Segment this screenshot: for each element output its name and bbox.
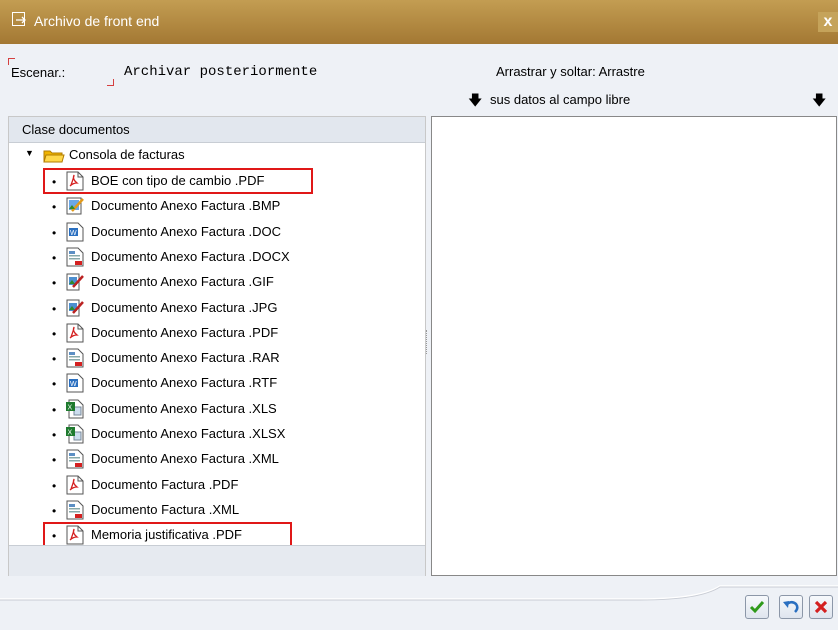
tree-item-label: Documento Anexo Factura .RAR bbox=[91, 350, 280, 366]
close-button[interactable]: x bbox=[818, 12, 838, 32]
generic-doc-icon bbox=[66, 449, 84, 469]
tree-item[interactable]: • Documento Anexo Factura .DOCX bbox=[9, 246, 425, 270]
footer-divider bbox=[0, 585, 838, 601]
bullet-icon: • bbox=[52, 225, 57, 240]
tree-item-label: Documento Anexo Factura .RTF bbox=[91, 375, 278, 391]
tree-root-label[interactable]: Consola de facturas bbox=[69, 147, 185, 162]
document-class-tree: Clase documentos ▼ Consola de facturas •… bbox=[8, 116, 426, 576]
bullet-icon: • bbox=[52, 326, 57, 341]
svg-text:W: W bbox=[70, 230, 77, 237]
tree-item[interactable]: • Documento Anexo Factura .BMP bbox=[9, 195, 425, 219]
excel-doc-icon: X bbox=[66, 399, 84, 419]
drag-drop-hint-2: sus datos al campo libre bbox=[490, 92, 631, 107]
tree-item[interactable]: • W Documento Anexo Factura .DOC bbox=[9, 221, 425, 245]
word-doc-icon: W bbox=[66, 222, 84, 242]
tree-item[interactable]: • Documento Factura .PDF bbox=[9, 474, 425, 498]
svg-text:X: X bbox=[68, 430, 73, 437]
tree-item[interactable]: • Documento Anexo Factura .PDF bbox=[9, 322, 425, 346]
tree-item-label: Documento Anexo Factura .DOC bbox=[91, 223, 282, 239]
bullet-icon: • bbox=[52, 377, 57, 392]
tree-item-label: Documento Anexo Factura .BMP bbox=[91, 198, 281, 214]
title-bar: Archivo de front end x bbox=[0, 0, 838, 44]
bullet-icon: • bbox=[52, 301, 57, 316]
pdf-icon bbox=[66, 475, 84, 495]
bullet-icon: • bbox=[52, 428, 57, 442]
tree-footer bbox=[9, 545, 425, 576]
tree-item[interactable]: • Documento Factura .XML bbox=[9, 499, 425, 523]
svg-text:X: X bbox=[68, 404, 73, 411]
tree-item-label: Documento Anexo Factura .PDF bbox=[91, 324, 279, 340]
window-icon bbox=[12, 12, 26, 26]
tree-item-label: Documento Anexo Factura .XLSX bbox=[91, 426, 286, 441]
image-edit-icon bbox=[66, 272, 84, 292]
archive-later-button[interactable]: Archivar posteriormente bbox=[124, 64, 317, 80]
check-icon bbox=[749, 601, 765, 614]
tree-item-label: Documento Anexo Factura .XML bbox=[91, 451, 279, 467]
highlight-box bbox=[43, 168, 313, 194]
tree-item-label: Documento Anexo Factura .GIF bbox=[91, 274, 274, 290]
svg-text:W: W bbox=[70, 381, 77, 388]
confirm-button[interactable] bbox=[745, 595, 769, 619]
bmp-image-icon bbox=[66, 196, 84, 216]
pdf-icon bbox=[66, 323, 84, 343]
tree-item[interactable]: • Documento Anexo Factura .RAR bbox=[9, 347, 425, 371]
tree-item[interactable]: • Documento Anexo Factura .JPG bbox=[9, 297, 425, 321]
tree-item-label: Documento Anexo Factura .JPG bbox=[91, 299, 278, 315]
tree-header: Clase documentos bbox=[9, 117, 425, 143]
bullet-icon: • bbox=[52, 352, 57, 367]
bullet-icon: • bbox=[52, 200, 57, 215]
bullet-icon: • bbox=[52, 478, 57, 493]
scan-label: Escenar.: bbox=[11, 65, 66, 80]
bullet-icon: • bbox=[52, 250, 57, 265]
generic-doc-icon bbox=[66, 247, 84, 267]
focus-corner bbox=[107, 79, 114, 86]
generic-doc-icon bbox=[66, 348, 84, 368]
scan-button[interactable]: Escenar.: bbox=[8, 58, 114, 86]
bullet-icon: • bbox=[52, 453, 57, 468]
drag-drop-hint: Arrastrar y soltar: Arrastre bbox=[496, 64, 645, 79]
undo-icon bbox=[783, 601, 799, 613]
drop-area[interactable] bbox=[431, 116, 837, 576]
collapse-toggle-icon[interactable]: ▼ bbox=[25, 148, 34, 158]
cancel-x-icon bbox=[814, 600, 828, 614]
tree-header-label: Clase documentos bbox=[22, 122, 130, 137]
tree-item-label: Documento Factura .XML bbox=[91, 501, 240, 517]
cancel-button[interactable] bbox=[809, 595, 833, 619]
generic-doc-icon bbox=[66, 500, 84, 520]
arrow-down-icon: 🡇 bbox=[468, 92, 483, 108]
tree-item[interactable]: • Documento Anexo Factura .GIF bbox=[9, 271, 425, 295]
tree-item-label: Documento Factura .PDF bbox=[91, 476, 239, 492]
folder-open-icon bbox=[43, 150, 65, 163]
bullet-icon: • bbox=[52, 503, 57, 518]
tree-item-label: Documento Anexo Factura .DOCX bbox=[91, 248, 290, 264]
splitter-handle[interactable] bbox=[426, 330, 429, 354]
image-edit-icon bbox=[66, 298, 84, 318]
bullet-icon: • bbox=[52, 402, 57, 417]
excel-doc-icon: X bbox=[66, 424, 84, 444]
focus-corner bbox=[8, 58, 15, 65]
undo-button[interactable] bbox=[779, 595, 803, 619]
tree-item-label: Documento Anexo Factura .XLS bbox=[91, 400, 277, 416]
window-title: Archivo de front end bbox=[34, 13, 160, 29]
tree-item[interactable]: • X Documento Anexo Factura .XLSX bbox=[9, 423, 425, 447]
tree-item[interactable]: • Documento Anexo Factura .XML bbox=[9, 448, 425, 472]
arrow-down-icon: 🡇 bbox=[812, 92, 827, 108]
tree-item[interactable]: • W Documento Anexo Factura .RTF bbox=[9, 372, 425, 396]
bullet-icon: • bbox=[52, 276, 57, 291]
tree-item[interactable]: • X Documento Anexo Factura .XLS bbox=[9, 398, 425, 422]
word-doc-icon: W bbox=[66, 373, 84, 393]
